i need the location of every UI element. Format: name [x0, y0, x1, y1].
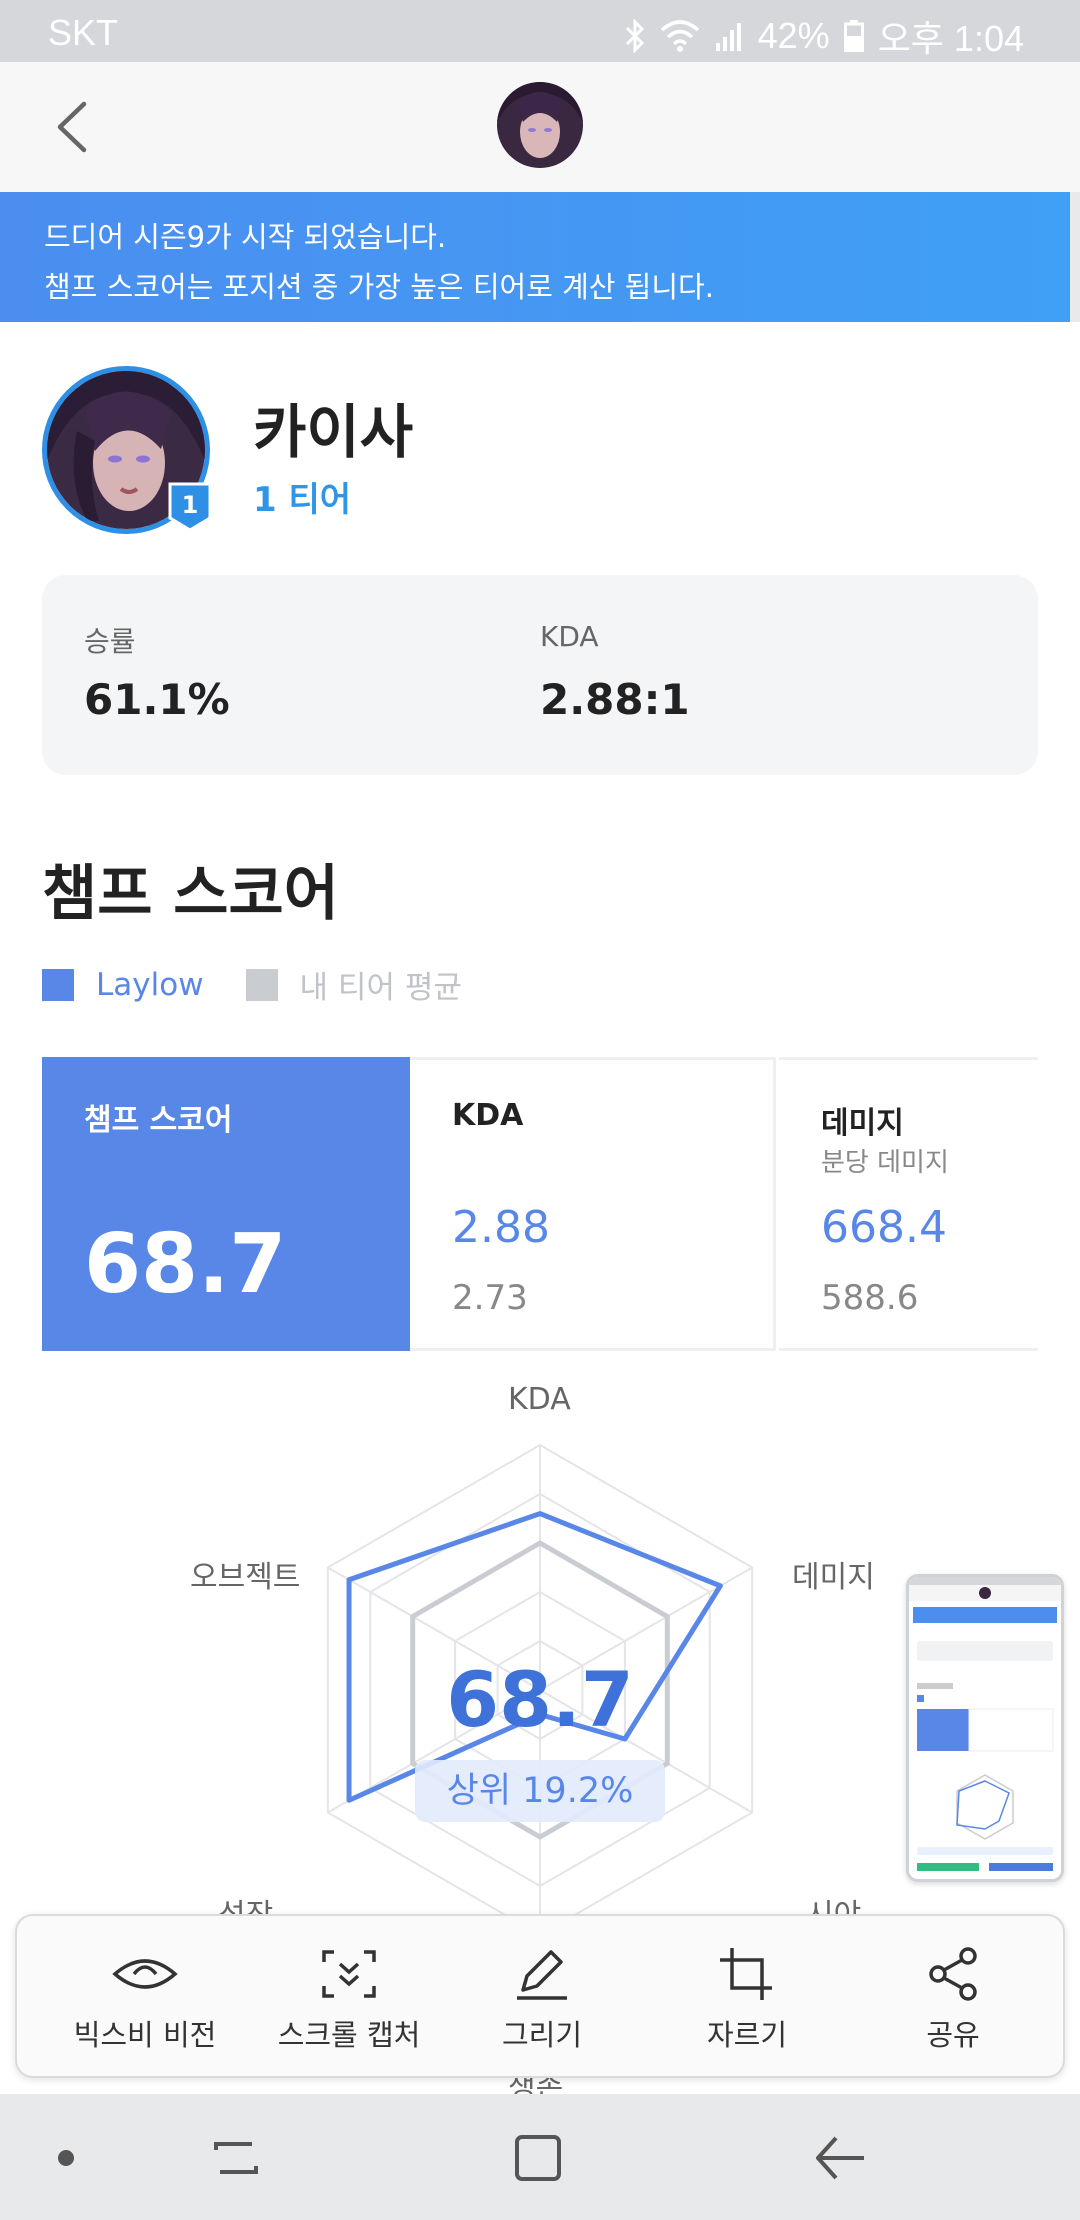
home-icon [515, 2135, 561, 2181]
radar-rank-badge: 상위 19.2% [415, 1760, 665, 1822]
tier-badge-number: 1 [182, 491, 199, 519]
season-notice-banner: 드디어 시즌9가 시작 되었습니다. 챔프 스코어는 포지션 중 가장 높은 티… [0, 192, 1070, 322]
radar-axis-kda: KDA [508, 1382, 571, 1417]
battery-percent: 42% [757, 15, 830, 56]
clock: 오후 1:04 [877, 18, 1024, 59]
navigation-bar [0, 2094, 1080, 2220]
battery-icon [843, 20, 864, 52]
share-label: 공유 [926, 2018, 980, 2052]
radar-center-score: 68.7 [446, 1655, 634, 1744]
bluetooth-icon [624, 19, 646, 53]
chevron-left-icon [57, 101, 87, 153]
damage-card[interactable]: 데미지 분당 데미지 668.4 588.6 [779, 1057, 1038, 1351]
kda-card[interactable]: KDA 2.88 2.73 [410, 1057, 776, 1351]
champion-thumbnail [497, 82, 583, 168]
kda-card-average-value: 2.73 [452, 1278, 528, 1318]
kda-card-player-value: 2.88 [452, 1202, 550, 1253]
legend-average: 내 티어 평균 [245, 962, 462, 1007]
champ-score-value: 68.7 [84, 1217, 287, 1312]
back-arrow-icon [816, 2136, 864, 2180]
scroll-capture-icon [322, 1950, 376, 1998]
radar-axis-damage: 데미지 [792, 1560, 875, 1595]
winrate-value: 61.1% [84, 675, 230, 724]
banner-line-1: 드디어 시즌9가 시작 되었습니다. [44, 220, 447, 254]
wifi-icon [660, 20, 700, 52]
status-bar: SKT 42% 오후 1:04 [0, 0, 1080, 62]
banner-edge [1070, 192, 1080, 322]
section-title: 챔프 스코어 [42, 859, 339, 929]
crop-label: 자르기 [706, 2018, 788, 2052]
share-icon [929, 1947, 977, 2001]
stats-card: 승률 61.1% KDA 2.88:1 [42, 575, 1038, 775]
champion-tier: 1 티어 [253, 480, 352, 520]
radar-axis-objective: 오브젝트 [190, 1560, 301, 1595]
dot-icon [58, 2150, 74, 2166]
champ-score-card[interactable]: 챔프 스코어 68.7 [42, 1057, 410, 1351]
back-button[interactable] [40, 92, 110, 162]
capture-toolbar: 빅스비 비전 스크롤 캡처 그리기 자르기 공유 [15, 1914, 1065, 2078]
bixby-vision-label: 빅스비 비전 [73, 2018, 217, 2052]
chart-legend: Laylow 내 티어 평균 [42, 962, 504, 1007]
kda-value: 2.88:1 [540, 675, 690, 724]
damage-card-average-value: 588.6 [821, 1278, 919, 1318]
damage-card-subtitle: 분당 데미지 [821, 1148, 949, 1178]
tier-badge: 1 [168, 482, 212, 532]
champ-score-title: 챔프 스코어 [84, 1103, 233, 1138]
legend-average-label: 내 티어 평균 [299, 970, 462, 1006]
damage-card-title: 데미지 [821, 1106, 904, 1141]
banner-line-2: 챔프 스코어는 포지션 중 가장 높은 티어로 계산 됩니다. [44, 270, 714, 304]
home-button[interactable] [508, 2128, 568, 2188]
crop-icon [720, 1948, 772, 2000]
legend-average-swatch [245, 968, 278, 1001]
system-back-button[interactable] [810, 2128, 870, 2188]
screenshot-thumbnail[interactable] [906, 1574, 1064, 1882]
share-button[interactable]: 공유 [853, 1946, 1053, 2054]
signal-icon [714, 21, 744, 51]
pencil-icon [517, 1950, 567, 2000]
champion-name: 카이사 [253, 398, 414, 466]
draw-label: 그리기 [501, 2018, 583, 2052]
winrate-label: 승률 [84, 625, 136, 658]
damage-card-player-value: 668.4 [821, 1202, 947, 1253]
crop-button[interactable]: 자르기 [647, 1946, 847, 2054]
kda-card-title: KDA [452, 1098, 524, 1133]
scroll-capture-button[interactable]: 스크롤 캡처 [249, 1946, 449, 2054]
legend-player-swatch [42, 968, 74, 1001]
eye-icon [112, 1959, 178, 1989]
score-cards: 챔프 스코어 68.7 KDA 2.88 2.73 데미지 분당 데미지 668… [42, 1057, 1038, 1351]
kda-label: KDA [540, 620, 599, 653]
carrier-name: SKT [48, 12, 119, 53]
nav-dot-button[interactable] [36, 2128, 96, 2188]
legend-player-label: Laylow [96, 966, 204, 1003]
bixby-vision-button[interactable]: 빅스비 비전 [45, 1946, 245, 2054]
draw-button[interactable]: 그리기 [442, 1946, 642, 2054]
scroll-capture-label: 스크롤 캡처 [277, 2018, 421, 2052]
recent-apps-icon [214, 2142, 258, 2174]
legend-player: Laylow [42, 967, 204, 1003]
app-bar [0, 62, 1080, 192]
recent-apps-button[interactable] [206, 2128, 266, 2188]
